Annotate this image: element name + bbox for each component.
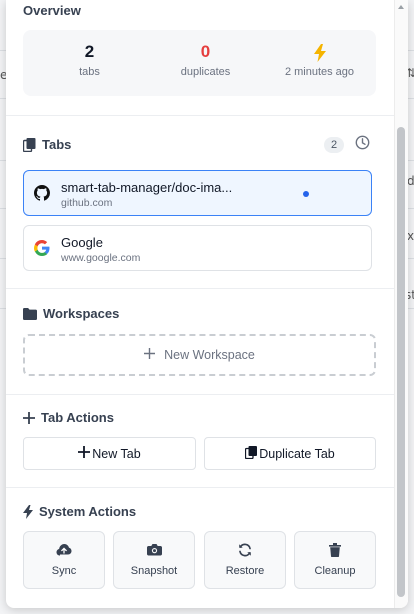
section-divider	[6, 394, 394, 395]
tab-actions-title-text: Tab Actions	[41, 410, 114, 425]
folder-icon	[23, 307, 37, 320]
clock-icon	[355, 135, 370, 155]
system-actions-title-text: System Actions	[39, 504, 137, 519]
cloud-upload-icon	[24, 543, 104, 556]
stat-tabs-label: tabs	[79, 66, 100, 78]
tabs-section-title: Tabs	[23, 137, 71, 152]
background-text: d	[407, 174, 414, 188]
copy-icon	[23, 137, 36, 152]
copy-icon	[245, 445, 258, 462]
scrollbar[interactable]	[394, 0, 408, 608]
github-icon	[34, 185, 51, 201]
lightning-icon	[23, 504, 33, 519]
refresh-icon	[205, 543, 285, 557]
stat-tabs: 2 tabs	[31, 30, 148, 96]
duplicate-tab-button[interactable]: Duplicate Tab	[204, 437, 376, 470]
tab-title: smart-tab-manager/doc-ima...	[61, 180, 233, 195]
tab-title: Google	[61, 235, 103, 250]
plus-icon	[23, 411, 35, 424]
snapshot-button[interactable]: Snapshot	[113, 531, 195, 589]
lightning-icon	[261, 44, 378, 62]
overview-stats: 2 tabs 0 duplicates 2 minutes ago	[23, 30, 376, 96]
stat-last-sync-label: 2 minutes ago	[284, 66, 355, 78]
stat-duplicates: 0 duplicates	[147, 30, 264, 96]
scroll-up-arrow-icon[interactable]	[398, 5, 404, 9]
tab-url: github.com	[61, 197, 113, 209]
history-button[interactable]	[353, 135, 371, 155]
trash-icon	[295, 543, 375, 557]
tab-item-google[interactable]: Google www.google.com	[23, 225, 372, 271]
scrollbar-thumb[interactable]	[397, 127, 405, 597]
tabs-title-text: Tabs	[42, 137, 72, 152]
background-text: x	[407, 229, 414, 243]
google-icon	[34, 240, 50, 256]
sync-label: Sync	[51, 565, 77, 577]
restore-label: Restore	[225, 565, 265, 577]
sync-button[interactable]: Sync	[23, 531, 105, 589]
overview-title: Overview	[23, 3, 81, 18]
stat-duplicates-value: 0	[200, 42, 211, 61]
plus-icon	[144, 348, 156, 362]
cleanup-button[interactable]: Cleanup	[294, 531, 376, 589]
new-workspace-label: New Workspace	[164, 348, 255, 362]
duplicate-tab-label: Duplicate Tab	[259, 446, 335, 461]
new-workspace-button[interactable]: New Workspace	[23, 334, 376, 376]
stat-duplicates-label: duplicates	[180, 66, 231, 78]
restore-button[interactable]: Restore	[204, 531, 286, 589]
new-tab-label: New Tab	[92, 446, 141, 461]
plus-icon	[78, 446, 91, 461]
camera-icon	[114, 543, 194, 556]
tab-actions-section-title: Tab Actions	[23, 410, 114, 425]
stat-last-sync: 2 minutes ago	[261, 30, 378, 96]
active-indicator	[303, 191, 309, 197]
tab-url: www.google.com	[61, 252, 141, 264]
tab-item-github[interactable]: smart-tab-manager/doc-ima... github.com	[23, 170, 372, 216]
section-divider	[6, 115, 394, 116]
new-tab-button[interactable]: New Tab	[23, 437, 196, 470]
snapshot-label: Snapshot	[130, 565, 178, 577]
workspaces-title-text: Workspaces	[43, 306, 120, 321]
section-divider	[6, 288, 394, 289]
extension-popup: Overview 2 tabs 0 duplicates 2 minutes a…	[6, 0, 408, 608]
stat-tabs-value: 2	[84, 42, 95, 61]
workspaces-section-title: Workspaces	[23, 306, 119, 321]
system-actions-section-title: System Actions	[23, 504, 136, 519]
cleanup-label: Cleanup	[314, 565, 356, 577]
tab-count-badge: 2	[324, 137, 344, 153]
section-divider	[6, 487, 394, 488]
popup-content: Overview 2 tabs 0 duplicates 2 minutes a…	[6, 0, 394, 608]
